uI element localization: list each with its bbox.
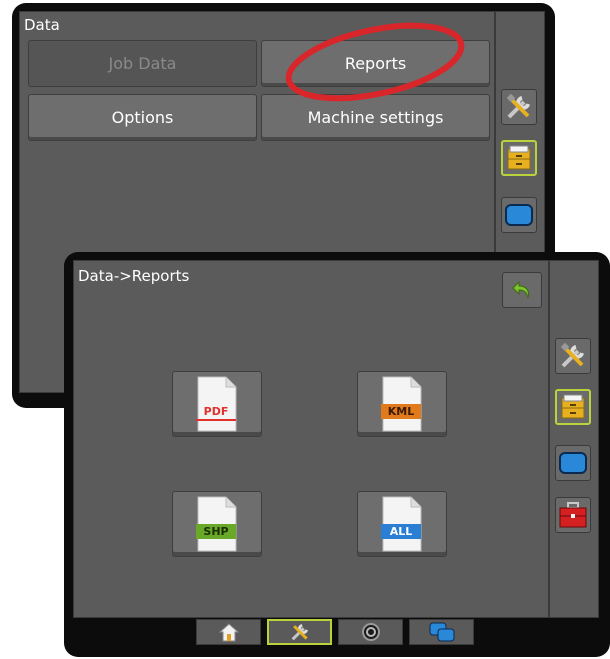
all-report-button[interactable]: ALL: [357, 491, 447, 557]
screens-nav-button[interactable]: [409, 619, 474, 645]
file-cabinet-icon: [561, 394, 585, 419]
back-display-tab[interactable]: [501, 197, 537, 233]
front-main-panel: Data->Reports PDF KML SHP ALL: [73, 260, 549, 618]
pdf-label: PDF: [196, 404, 236, 421]
front-display-tab[interactable]: [555, 445, 591, 481]
back-button[interactable]: [502, 272, 542, 308]
front-toolbox-tab[interactable]: [555, 497, 591, 533]
all-label: ALL: [381, 524, 421, 539]
pdf-report-button[interactable]: PDF: [172, 371, 262, 437]
job-data-button[interactable]: Job Data: [28, 40, 257, 87]
setup-nav-button[interactable]: [267, 619, 332, 645]
screens-icon: [429, 622, 454, 642]
back-data-tab[interactable]: [501, 140, 537, 176]
home-icon: [218, 623, 239, 642]
all-file-icon: ALL: [379, 495, 425, 553]
front-side-panel: [549, 260, 599, 618]
back-arrow-icon: [512, 280, 529, 299]
tools-icon: [506, 93, 530, 119]
kml-label: KML: [381, 404, 421, 419]
pdf-file-icon: PDF: [194, 375, 240, 433]
display-icon: [505, 204, 533, 226]
toolbox-icon: [559, 502, 587, 528]
home-nav-button[interactable]: [196, 619, 261, 645]
options-button[interactable]: Options: [28, 94, 257, 141]
guidance-icon: [361, 623, 380, 641]
file-cabinet-icon: [507, 145, 531, 170]
front-screen: Data->Reports PDF KML SHP ALL: [64, 252, 610, 657]
front-tools-tab[interactable]: [555, 338, 591, 374]
guidance-nav-button[interactable]: [338, 619, 403, 645]
shp-label: SHP: [196, 524, 236, 539]
display-icon: [559, 452, 587, 474]
bottom-nav: [196, 618, 476, 648]
highlight-ring: [285, 22, 465, 102]
shp-file-icon: SHP: [194, 495, 240, 553]
shp-report-button[interactable]: SHP: [172, 491, 262, 557]
back-screen-title: Data: [24, 16, 60, 34]
front-screen-title: Data->Reports: [78, 267, 190, 285]
front-data-tab[interactable]: [555, 389, 591, 425]
tools-icon: [291, 623, 308, 641]
kml-file-icon: KML: [379, 375, 425, 433]
back-tools-tab[interactable]: [501, 89, 537, 125]
kml-report-button[interactable]: KML: [357, 371, 447, 437]
tools-icon: [560, 342, 584, 368]
